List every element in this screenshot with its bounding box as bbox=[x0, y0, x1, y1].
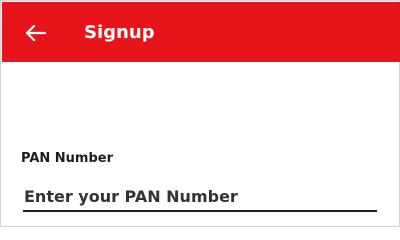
page-title: Signup bbox=[84, 22, 155, 43]
back-button[interactable] bbox=[21, 18, 51, 48]
signup-screen: Signup PAN Number bbox=[0, 0, 400, 227]
pan-number-input[interactable] bbox=[23, 182, 377, 212]
app-bar: Signup bbox=[2, 2, 400, 62]
pan-number-label: PAN Number bbox=[21, 151, 114, 166]
arrow-left-icon bbox=[25, 24, 47, 42]
